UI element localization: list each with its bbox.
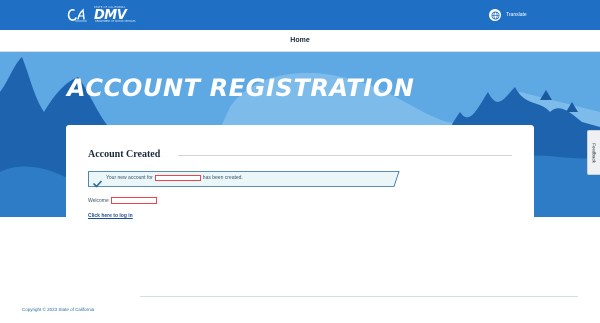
translate-label: Translate — [506, 12, 527, 18]
alert-text-before: Your new account for — [106, 175, 153, 181]
title-divider — [178, 155, 512, 156]
top-header-bar: STATE OF CALIFORNIA DMV DEPARTMENT OF MO… — [0, 0, 600, 30]
page-title: ACCOUNT REGISTRATION — [67, 74, 415, 102]
card-title: Account Created — [88, 149, 161, 160]
translate-button[interactable]: Translate — [489, 8, 527, 22]
copyright-text: Copyright © 2023 State of California — [22, 307, 95, 312]
feedback-label: Feedback — [591, 142, 597, 163]
alert-text-after: has been created. — [202, 175, 243, 181]
welcome-line: Welcome — [88, 197, 157, 204]
account-created-card: Account Created Your new account for has… — [66, 125, 534, 295]
redacted-username — [154, 175, 201, 181]
nav-home-link[interactable]: Home — [290, 37, 309, 44]
footer-divider — [140, 296, 578, 297]
globe-icon — [489, 9, 501, 21]
main-nav: Home — [0, 30, 600, 52]
welcome-label: Welcome — [88, 197, 109, 204]
redacted-name — [110, 197, 157, 204]
success-alert: Your new account for has been created. — [88, 171, 400, 188]
dmv-logo-subline: DEPARTMENT OF MOTOR VEHICLES — [95, 20, 136, 23]
feedback-tab[interactable]: Feedback — [587, 130, 600, 175]
login-link[interactable]: Click here to log in — [88, 213, 133, 219]
ca-gov-logo-icon[interactable] — [66, 7, 88, 23]
alert-message: Your new account for has been created. — [106, 175, 243, 181]
dmv-logo[interactable]: STATE OF CALIFORNIA DMV DEPARTMENT OF MO… — [94, 6, 136, 24]
check-icon — [93, 175, 102, 188]
